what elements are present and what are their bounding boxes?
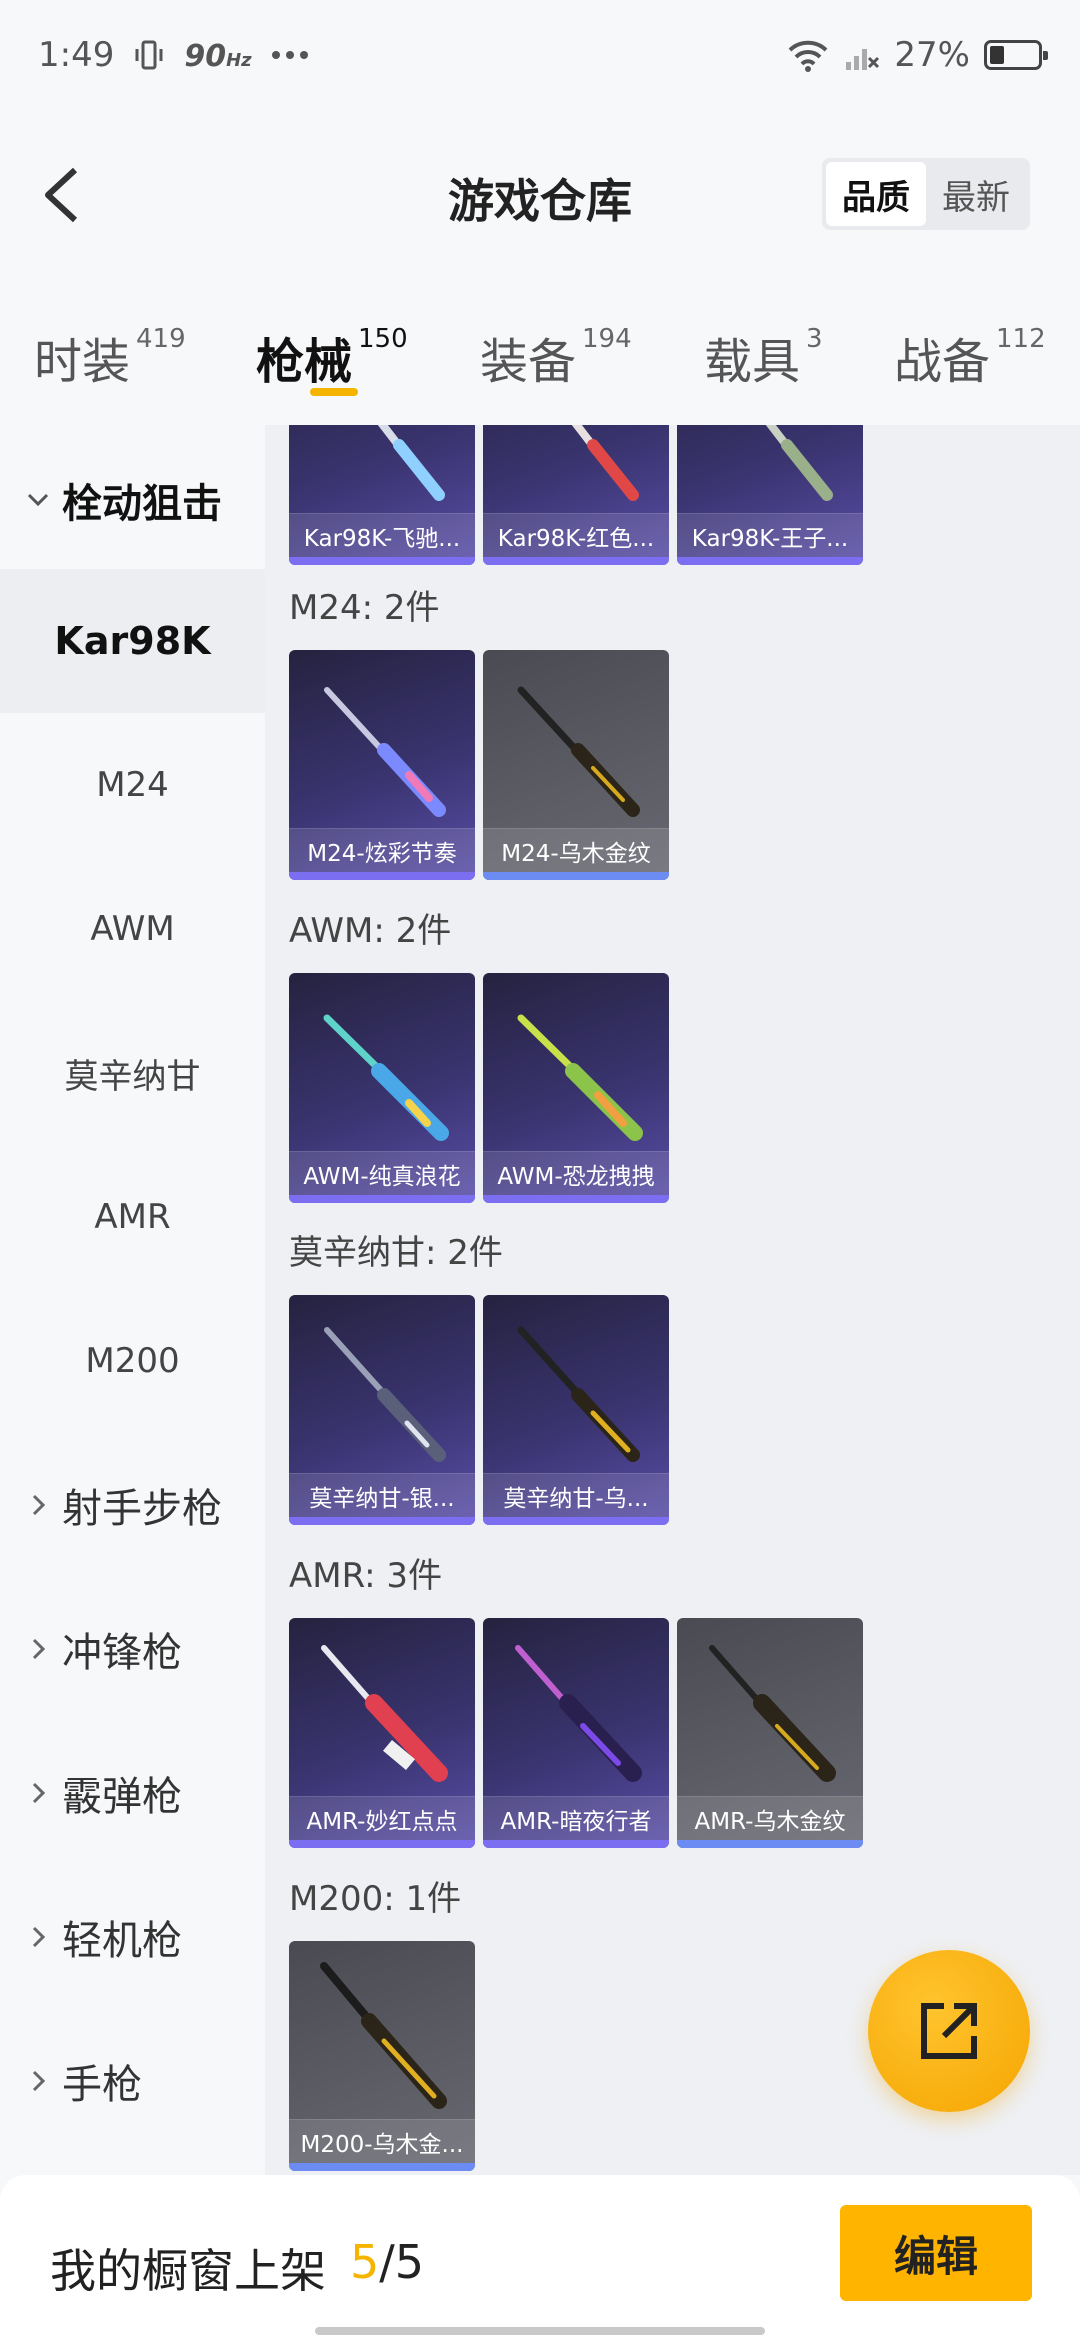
- item-card[interactable]: Kar98K-王子...: [677, 425, 863, 565]
- rifle-skin-image: [517, 1014, 643, 1141]
- item-card[interactable]: AWM-纯真浪花: [289, 973, 475, 1203]
- vibrate-icon: [135, 40, 163, 70]
- sort-toggle: 品质 最新: [822, 158, 1030, 230]
- item-card[interactable]: Kar98K-红色...: [483, 425, 669, 565]
- tab-guns[interactable]: 枪械 150: [256, 322, 408, 392]
- item-card[interactable]: M24-炫彩节奏: [289, 650, 475, 880]
- rifle-skin-image: [324, 687, 446, 817]
- section-title-m200: M200: 1件: [289, 1879, 462, 1919]
- item-card[interactable]: AWM-恐龙拽拽: [483, 973, 669, 1203]
- chevron-down-icon: [18, 480, 58, 520]
- section-title-m24: M24: 2件: [289, 588, 440, 628]
- item-card[interactable]: 莫辛纳甘-乌...: [483, 1295, 669, 1525]
- refresh-rate-unit: Hz: [226, 50, 252, 71]
- sidebar-item-m200[interactable]: M200: [0, 1289, 265, 1433]
- sidebar-item-kar98k[interactable]: Kar98K: [0, 569, 265, 713]
- showcase-bar: 我的橱窗上架 5/5 编辑: [0, 2175, 1080, 2340]
- rifle-skin-image: [709, 1645, 836, 1782]
- item-card[interactable]: M200-乌木金...: [289, 1941, 475, 2171]
- more-dots-icon: [271, 51, 308, 59]
- chevron-right-icon: [18, 1917, 58, 1957]
- sidebar-group-lmg[interactable]: 轻机枪: [0, 1865, 265, 2009]
- section-title-mosin: 莫辛纳甘: 2件: [289, 1233, 503, 1273]
- header: 游戏仓库 品质 最新: [0, 110, 1080, 280]
- signal-off-icon: [846, 49, 880, 70]
- tab-costume[interactable]: 时装 419: [34, 322, 186, 392]
- item-grid: Kar98K-飞驰... Kar98K-红色... Kar98K-王子... M…: [265, 425, 1080, 2175]
- rifle-skin-image: [320, 1962, 447, 2109]
- category-tabs: 时装 419 枪械 150 装备 194 载具 3 战备 112: [0, 280, 1080, 425]
- item-card[interactable]: AMR-暗夜行者: [483, 1618, 669, 1848]
- item-card[interactable]: Kar98K-飞驰...: [289, 425, 475, 565]
- share-button[interactable]: [868, 1950, 1030, 2112]
- showcase-count: 5/5: [350, 2235, 425, 2289]
- refresh-rate: 90: [184, 39, 227, 74]
- chevron-right-icon: [18, 1773, 58, 1813]
- sidebar: 栓动狙击 Kar98K M24 AWM 莫辛纳甘 AMR M200 射手步枪 冲…: [0, 425, 265, 2175]
- rifle-skin-image: [515, 1645, 642, 1782]
- edit-button[interactable]: 编辑: [840, 2205, 1032, 2301]
- status-bar: 1:49 90Hz 27%: [0, 0, 1080, 110]
- rifle-skin-image: [765, 425, 833, 501]
- rifle-skin-image: [377, 425, 445, 501]
- rifle-skin-image: [324, 1327, 446, 1462]
- tab-supplies[interactable]: 战备 112: [894, 322, 1046, 392]
- share-external-icon: [921, 2003, 977, 2059]
- section-title-amr: AMR: 3件: [289, 1556, 443, 1596]
- item-card[interactable]: AMR-乌木金纹: [677, 1618, 863, 1848]
- rifle-skin-image: [323, 1014, 449, 1141]
- sidebar-group-bolt-action[interactable]: 栓动狙击: [0, 428, 265, 572]
- sidebar-item-mosin[interactable]: 莫辛纳甘: [0, 1001, 265, 1145]
- rifle-skin-image: [517, 686, 640, 817]
- rifle-skin-image: [517, 1326, 640, 1462]
- sort-quality-button[interactable]: 品质: [826, 162, 926, 226]
- sidebar-item-m24[interactable]: M24: [0, 713, 265, 857]
- tab-equipment[interactable]: 装备 194: [480, 322, 632, 392]
- status-time: 1:49: [38, 35, 115, 75]
- section-title-awm: AWM: 2件: [289, 911, 452, 951]
- home-indicator: [315, 2327, 765, 2335]
- sidebar-item-awm[interactable]: AWM: [0, 857, 265, 1001]
- chevron-right-icon: [18, 1629, 58, 1669]
- sidebar-group-marksman[interactable]: 射手步枪: [0, 1433, 265, 1577]
- item-card[interactable]: M24-乌木金纹: [483, 650, 669, 880]
- active-tab-indicator: [310, 388, 358, 396]
- sidebar-item-amr[interactable]: AMR: [0, 1145, 265, 1289]
- rifle-skin-image: [321, 1645, 448, 1782]
- showcase-label: 我的橱窗上架: [50, 2244, 326, 2298]
- chevron-right-icon: [18, 2061, 58, 2101]
- chevron-right-icon: [18, 1485, 58, 1525]
- sidebar-group-shotgun[interactable]: 霰弹枪: [0, 1721, 265, 1865]
- rifle-skin-image: [571, 425, 639, 501]
- item-card[interactable]: AMR-妙红点点: [289, 1618, 475, 1848]
- tab-vehicles[interactable]: 载具 3: [704, 322, 823, 392]
- sidebar-group-pistol[interactable]: 手枪: [0, 2009, 265, 2153]
- item-card[interactable]: 莫辛纳甘-银...: [289, 1295, 475, 1525]
- sidebar-group-smg[interactable]: 冲锋枪: [0, 1577, 265, 1721]
- battery-percent: 27%: [894, 35, 970, 75]
- wifi-icon: [789, 40, 828, 72]
- sort-newest-button[interactable]: 最新: [926, 162, 1026, 226]
- battery-icon: [984, 40, 1048, 70]
